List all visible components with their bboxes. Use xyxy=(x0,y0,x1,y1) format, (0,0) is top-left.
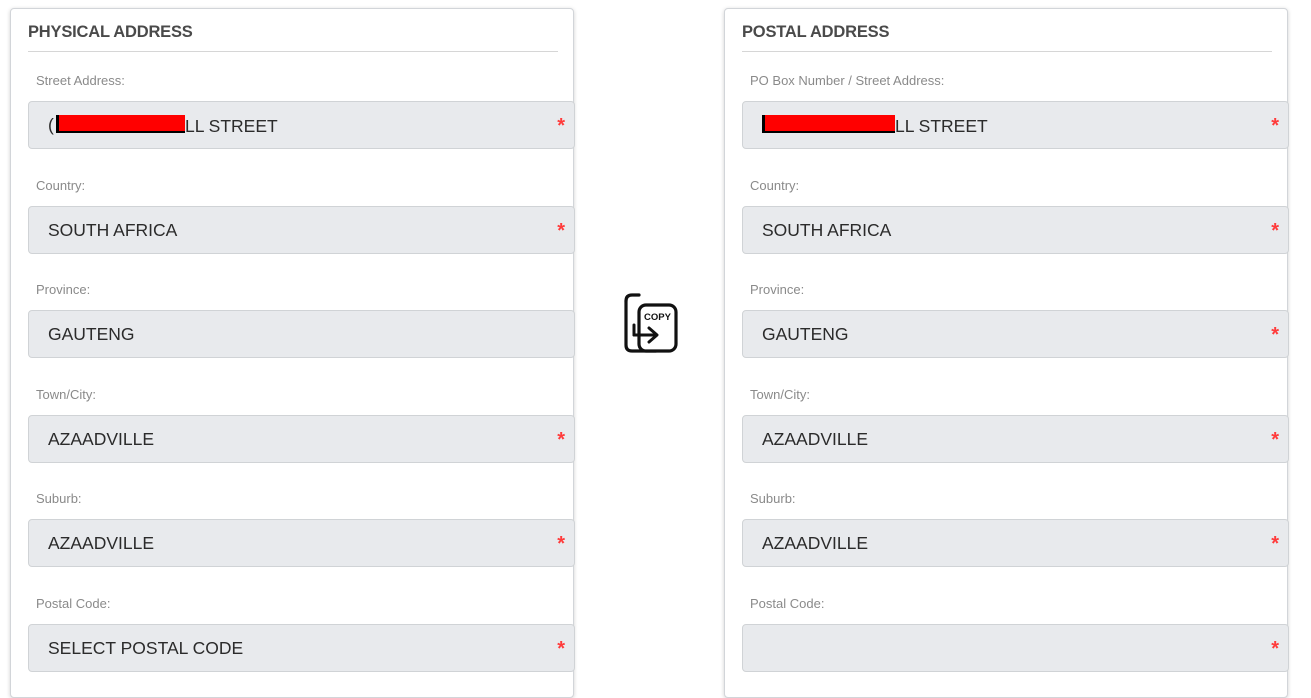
country-value: SOUTH AFRICA xyxy=(48,220,178,240)
required-asterisk: * xyxy=(557,115,565,137)
po-box-street-value: LL STREET xyxy=(762,115,988,137)
country-select[interactable]: SOUTH AFRICA * xyxy=(28,206,575,254)
province-value: GAUTENG xyxy=(762,324,849,344)
postal-address-panel: POSTAL ADDRESS PO Box Number / Street Ad… xyxy=(724,8,1289,698)
province-label: Province: xyxy=(750,282,805,297)
town-city-select[interactable]: AZAADVILLE * xyxy=(742,415,1289,463)
required-asterisk: * xyxy=(1271,638,1279,660)
redaction-block xyxy=(56,115,185,133)
required-asterisk: * xyxy=(557,429,565,451)
po-box-street-label: PO Box Number / Street Address: xyxy=(750,73,945,88)
redaction-block xyxy=(762,115,895,133)
country-select[interactable]: SOUTH AFRICA * xyxy=(742,206,1289,254)
required-asterisk: * xyxy=(1271,220,1279,242)
street-address-value: (LL STREET xyxy=(48,115,278,136)
copy-text: COPY xyxy=(644,312,672,323)
required-asterisk: * xyxy=(1271,115,1279,137)
physical-address-panel: PHYSICAL ADDRESS Street Address: (LL STR… xyxy=(10,8,575,698)
province-label: Province: xyxy=(36,282,91,297)
po-box-street-field[interactable]: LL STREET * xyxy=(742,101,1289,149)
required-asterisk: * xyxy=(557,220,565,242)
town-city-label: Town/City: xyxy=(750,387,810,402)
postal-address-title: POSTAL ADDRESS xyxy=(742,23,1272,52)
street-address-label: Street Address: xyxy=(36,73,125,88)
town-city-select[interactable]: AZAADVILLE * xyxy=(28,415,575,463)
required-asterisk: * xyxy=(557,638,565,660)
postal-code-label: Postal Code: xyxy=(36,596,111,611)
province-select[interactable]: GAUTENG * xyxy=(742,310,1289,358)
country-value: SOUTH AFRICA xyxy=(762,220,892,240)
province-select[interactable]: GAUTENG xyxy=(28,310,575,358)
postal-code-select[interactable]: * xyxy=(742,624,1289,672)
postal-code-label: Postal Code: xyxy=(750,596,825,611)
country-label: Country: xyxy=(750,178,800,193)
suburb-value: AZAADVILLE xyxy=(48,533,155,553)
suburb-value: AZAADVILLE xyxy=(762,533,869,553)
suburb-select[interactable]: AZAADVILLE * xyxy=(28,519,575,567)
copy-icon: COPY xyxy=(624,293,678,353)
required-asterisk: * xyxy=(1271,533,1279,555)
country-label: Country: xyxy=(36,178,86,193)
town-city-value: AZAADVILLE xyxy=(762,429,869,449)
postal-code-value: SELECT POSTAL CODE xyxy=(48,638,244,658)
suburb-label: Suburb: xyxy=(750,491,796,506)
suburb-select[interactable]: AZAADVILLE * xyxy=(742,519,1289,567)
town-city-label: Town/City: xyxy=(36,387,96,402)
suburb-label: Suburb: xyxy=(36,491,82,506)
province-value: GAUTENG xyxy=(48,324,135,344)
street-address-field[interactable]: (LL STREET * xyxy=(28,101,575,149)
copy-address-button[interactable]: COPY xyxy=(612,289,680,357)
required-asterisk: * xyxy=(1271,324,1279,346)
town-city-value: AZAADVILLE xyxy=(48,429,155,449)
required-asterisk: * xyxy=(557,533,565,555)
physical-address-title: PHYSICAL ADDRESS xyxy=(28,23,558,52)
required-asterisk: * xyxy=(1271,429,1279,451)
postal-code-select[interactable]: SELECT POSTAL CODE * xyxy=(28,624,575,672)
